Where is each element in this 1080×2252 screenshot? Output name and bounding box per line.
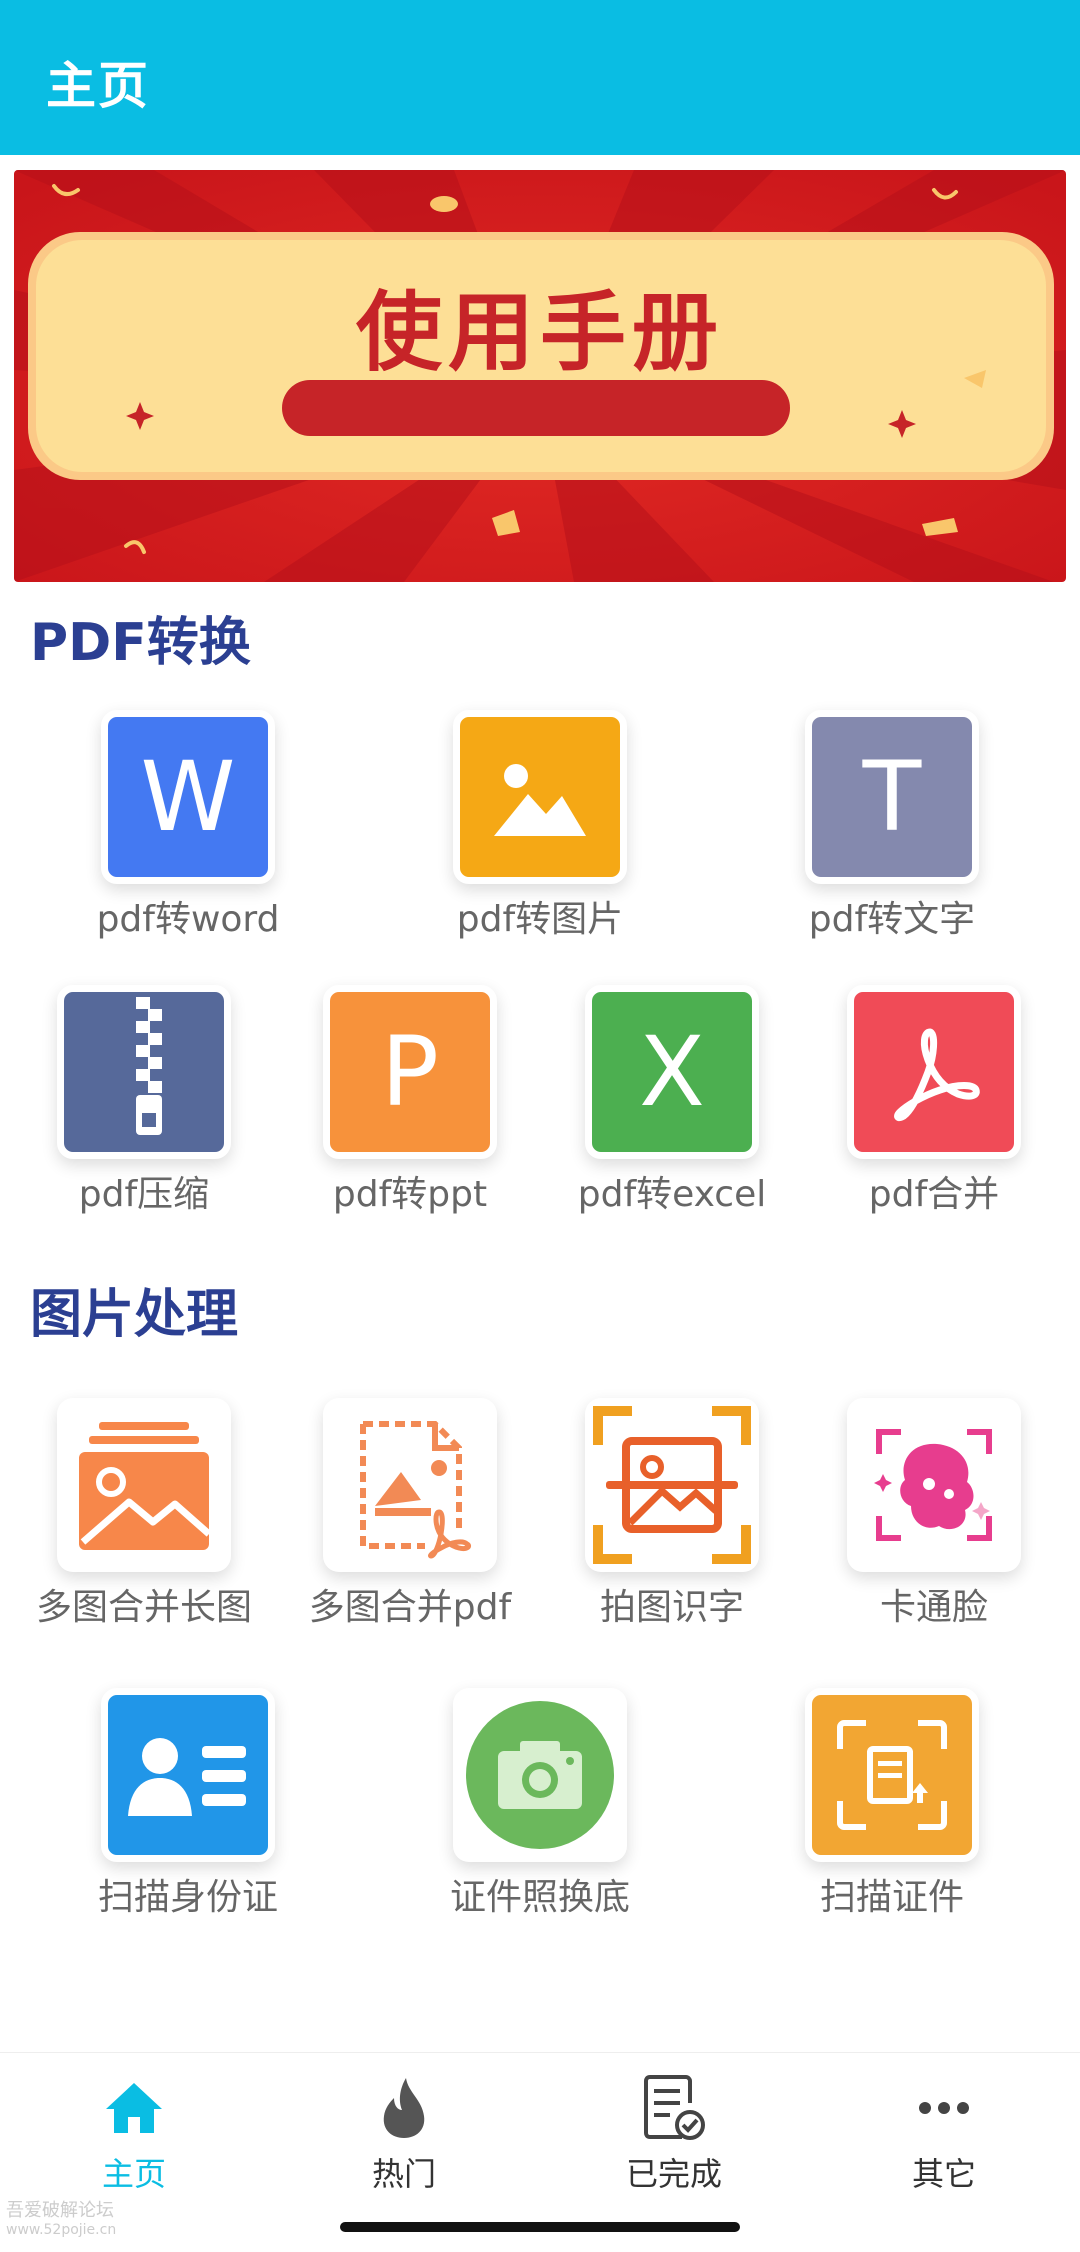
page-title: 主页 [46, 57, 150, 115]
tool-pdf-merge[interactable]: pdf合并 [804, 985, 1064, 1217]
user-manual-banner[interactable]: 使用手册 [14, 170, 1066, 582]
flame-icon [304, 2073, 504, 2143]
section-title-image: 图片处理 [30, 1285, 239, 1345]
tool-label: pdf转图片 [456, 899, 624, 940]
tool-pdf-to-ppt[interactable]: P pdf转ppt [280, 985, 540, 1217]
tool-label: pdf转word [96, 899, 280, 940]
tool-cartoon-face[interactable]: 卡通脸 [804, 1398, 1064, 1630]
ppt-icon: P [323, 985, 497, 1159]
zip-icon [57, 985, 231, 1159]
tool-label: pdf合并 [868, 1174, 1000, 1215]
image-icon [453, 710, 627, 884]
tool-scan-id-card[interactable]: 扫描身份证 [58, 1688, 318, 1920]
nav-label: 主页 [101, 2155, 166, 2193]
tool-pdf-to-word[interactable]: W pdf转word [58, 710, 318, 942]
id-card-icon [101, 1688, 275, 1862]
tool-pdf-to-text[interactable]: T pdf转文字 [762, 710, 1022, 942]
tool-merge-images-pdf[interactable]: 多图合并pdf [280, 1398, 540, 1630]
tool-label: 多图合并长图 [35, 1587, 252, 1628]
section-title-pdf: PDF转换 [30, 613, 251, 673]
tool-label: pdf转ppt [332, 1174, 488, 1215]
nav-item-home[interactable]: 主页 [34, 2073, 234, 2195]
tool-merge-long-image[interactable]: 多图合并长图 [14, 1398, 274, 1630]
tool-label: 扫描证件 [819, 1877, 964, 1918]
home-icon [34, 2073, 234, 2143]
word-icon: W [101, 710, 275, 884]
nav-item-other[interactable]: 其它 [844, 2073, 1044, 2195]
stacked-images-icon [57, 1398, 231, 1572]
tool-id-photo-background[interactable]: 证件照换底 [410, 1688, 670, 1920]
cartoon-face-icon [847, 1398, 1021, 1572]
tool-label: 拍图识字 [599, 1587, 744, 1628]
text-icon: T [805, 710, 979, 884]
nav-label: 热门 [371, 2155, 436, 2193]
more-icon [844, 2073, 1044, 2143]
tool-pdf-to-image[interactable]: pdf转图片 [410, 710, 670, 942]
tool-label: 卡通脸 [879, 1587, 988, 1628]
camera-icon [453, 1688, 627, 1862]
tool-label: pdf压缩 [78, 1174, 210, 1215]
image-to-pdf-icon [323, 1398, 497, 1572]
tool-label: pdf转文字 [808, 899, 976, 940]
scan-document-icon [805, 1688, 979, 1862]
tool-scan-document[interactable]: 扫描证件 [762, 1688, 1022, 1920]
tool-pdf-compress[interactable]: pdf压缩 [14, 985, 274, 1217]
app-header: 主页 [0, 0, 1080, 155]
nav-label: 其它 [911, 2155, 976, 2193]
tool-label: 多图合并pdf [308, 1587, 512, 1628]
tool-label: 证件照换底 [449, 1877, 630, 1918]
watermark: 吾爱破解论坛 www.52pojie.cn [6, 2200, 117, 2238]
nav-item-hot[interactable]: 热门 [304, 2073, 504, 2195]
tool-label: pdf转excel [577, 1174, 767, 1215]
nav-label: 已完成 [625, 2155, 722, 2193]
excel-icon: X [585, 985, 759, 1159]
tool-photo-ocr[interactable]: 拍图识字 [542, 1398, 802, 1630]
home-indicator[interactable] [340, 2222, 740, 2232]
nav-item-completed[interactable]: 已完成 [574, 2073, 774, 2195]
tool-label: 扫描身份证 [97, 1877, 278, 1918]
tool-pdf-to-excel[interactable]: X pdf转excel [542, 985, 802, 1217]
scan-image-icon [585, 1398, 759, 1572]
checklist-icon [574, 2073, 774, 2143]
acrobat-icon [847, 985, 1021, 1159]
banner-title: 使用手册 [356, 283, 724, 383]
